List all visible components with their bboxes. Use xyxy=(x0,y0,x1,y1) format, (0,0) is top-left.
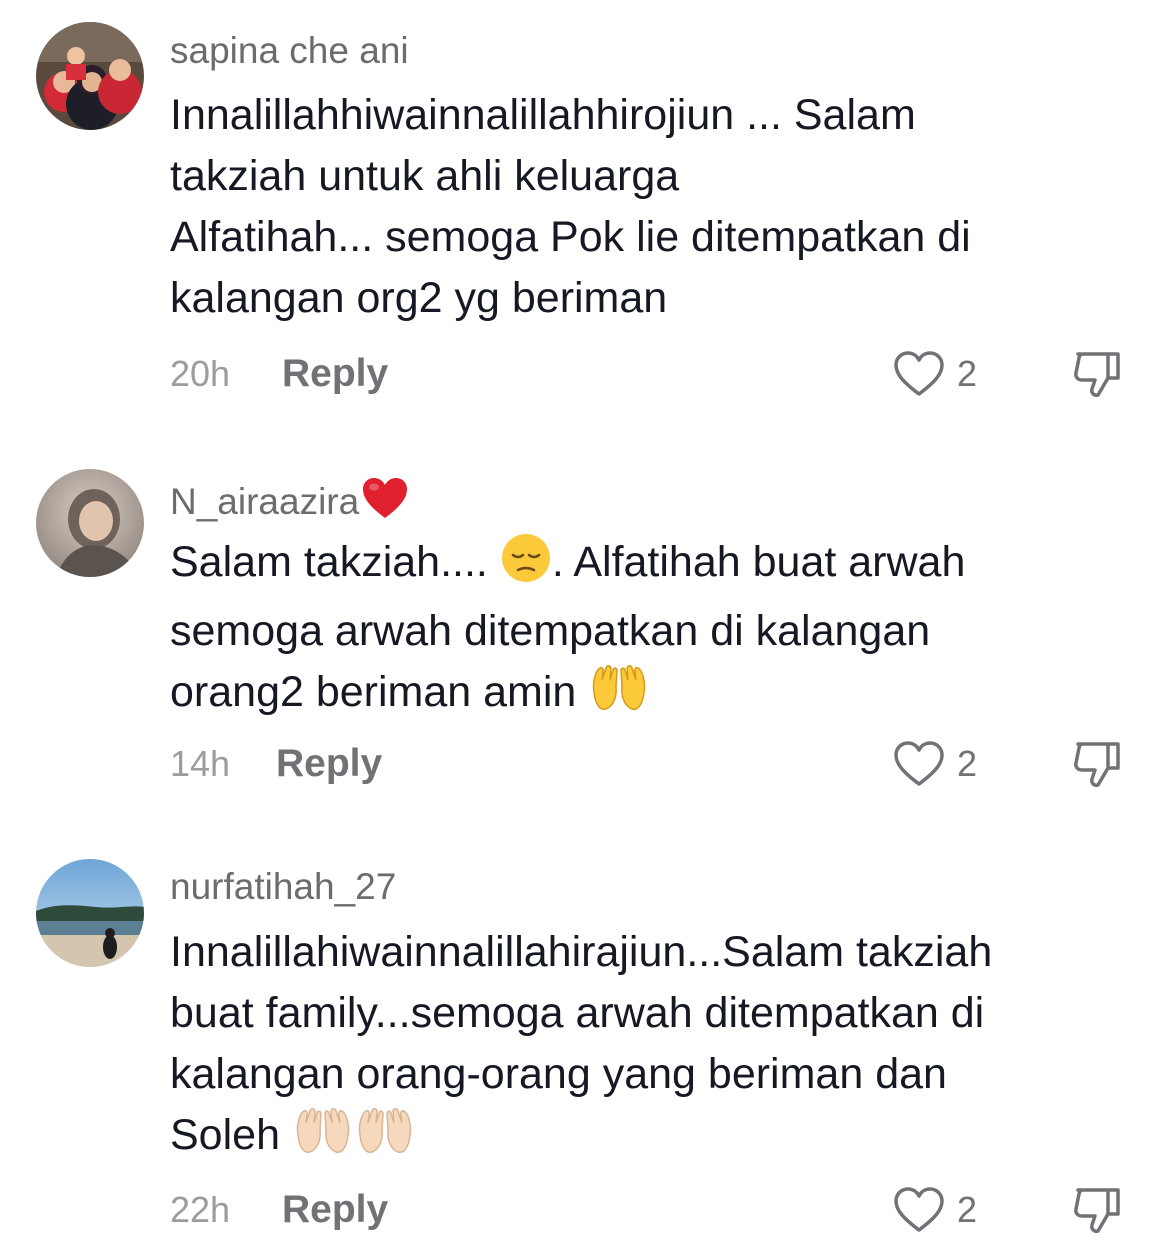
comment-actions: 20h Reply 2 xyxy=(0,350,1170,400)
thumbs-down-icon xyxy=(1074,1188,1120,1233)
like-count: 2 xyxy=(957,1189,978,1230)
pensive-face-emoji xyxy=(500,532,552,601)
comment-actions: 14h Reply 2 xyxy=(0,740,1170,790)
red-heart-emoji xyxy=(361,476,409,526)
dislike-button[interactable] xyxy=(1072,350,1124,405)
comment-text: Salam takziah.... . Alfatihah buat arwah… xyxy=(170,532,1130,731)
comment-time: 22h xyxy=(170,1189,231,1230)
comment-text: Innalillahhiwainnalillahhirojiun ... Sal… xyxy=(170,91,971,322)
username[interactable]: nurfatihah_27 xyxy=(170,868,396,905)
like-button[interactable]: 2 xyxy=(893,1186,993,1236)
raising-hands-emoji xyxy=(292,1105,354,1174)
comment-text: Innalillahiwainnalillahirajiun...Salam t… xyxy=(170,922,1130,1174)
like-count: 2 xyxy=(957,353,978,394)
comment-actions: 22h Reply 2 xyxy=(0,1186,1170,1236)
dislike-button[interactable] xyxy=(1072,1186,1124,1241)
comment-time: 20h xyxy=(170,353,231,394)
thumbs-down-icon xyxy=(1074,352,1120,397)
username[interactable]: N_airaazira xyxy=(170,476,409,526)
dislike-button[interactable] xyxy=(1072,740,1124,795)
raising-hands-emoji xyxy=(354,1105,416,1174)
avatar[interactable] xyxy=(36,22,144,130)
like-button[interactable]: 2 xyxy=(893,740,993,790)
username-text: N_airaazira xyxy=(170,481,360,522)
heart-outline-icon xyxy=(894,1187,944,1232)
like-button[interactable]: 2 xyxy=(893,350,993,400)
reply-button[interactable]: Reply xyxy=(282,1190,388,1229)
avatar[interactable] xyxy=(36,859,144,967)
heart-outline-icon xyxy=(894,351,944,396)
like-count: 2 xyxy=(957,743,978,784)
comment-time: 14h xyxy=(170,743,231,784)
comment-text-part: Salam takziah.... xyxy=(170,538,500,586)
raising-hands-emoji xyxy=(588,662,650,731)
reply-button[interactable]: Reply xyxy=(282,354,388,393)
thumbs-down-icon xyxy=(1074,742,1120,787)
avatar[interactable] xyxy=(36,469,144,577)
heart-outline-icon xyxy=(894,741,944,786)
reply-button[interactable]: Reply xyxy=(276,744,382,783)
username[interactable]: sapina che ani xyxy=(170,32,409,69)
